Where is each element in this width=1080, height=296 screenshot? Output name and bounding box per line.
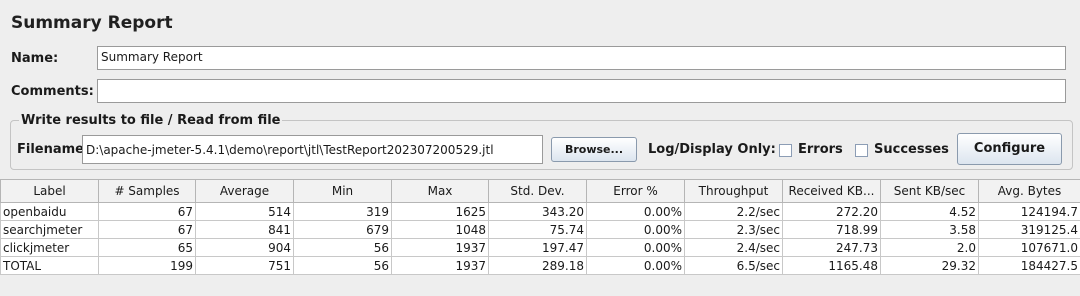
name-label: Name:: [11, 51, 59, 66]
table-cell: 67: [98, 220, 196, 239]
table-cell: 4.52: [880, 202, 979, 221]
table-cell: 319125.4: [978, 220, 1080, 239]
table-cell: 0.00%: [586, 238, 685, 257]
summary-table: Label # Samples Average Min Max Std. Dev. Erro…: [0, 179, 1080, 275]
table-cell: 751: [195, 256, 294, 275]
browse-button[interactable]: Browse...: [551, 137, 637, 162]
name-field[interactable]: Summary Report: [97, 46, 1066, 70]
table-cell: 289.18: [488, 256, 587, 275]
column-header[interactable]: # Samples: [98, 179, 196, 203]
filename-label: Filename: [17, 142, 84, 157]
table-row[interactable]: searchjmeter 67 841 679 1048 75.74 0.00% 2.3/se…: [0, 220, 1080, 239]
successes-checkbox[interactable]: [855, 144, 868, 157]
table-cell: 56: [293, 238, 392, 257]
column-header[interactable]: Average: [195, 179, 294, 203]
table-cell: 343.20: [488, 202, 587, 221]
table-cell: 2.4/sec: [684, 238, 783, 257]
column-header[interactable]: Error %: [586, 179, 685, 203]
table-cell: 3.58: [880, 220, 979, 239]
table-cell: 197.47: [488, 238, 587, 257]
filename-field[interactable]: D:\apache-jmeter-5.4.1\demo\report\jtl\T…: [82, 135, 543, 164]
table-cell: 272.20: [782, 202, 881, 221]
table-cell: 0.00%: [586, 220, 685, 239]
column-header[interactable]: Avg. Bytes: [978, 179, 1080, 203]
table-cell: 319: [293, 202, 392, 221]
column-header[interactable]: Max: [391, 179, 489, 203]
configure-button[interactable]: Configure: [957, 133, 1062, 165]
table-cell: 1937: [391, 256, 489, 275]
column-header[interactable]: Min: [293, 179, 392, 203]
table-cell: 56: [293, 256, 392, 275]
table-cell: 718.99: [782, 220, 881, 239]
column-header[interactable]: Received KB...: [782, 179, 881, 203]
table-cell: 1165.48: [782, 256, 881, 275]
table-cell: 184427.5: [978, 256, 1080, 275]
table-header-row: Label # Samples Average Min Max Std. Dev. Erro…: [0, 179, 1080, 203]
errors-checkbox[interactable]: [779, 144, 792, 157]
table-cell: 0.00%: [586, 256, 685, 275]
table-cell: 1937: [391, 238, 489, 257]
table-cell: 247.73: [782, 238, 881, 257]
column-header[interactable]: Sent KB/sec: [880, 179, 979, 203]
table-cell: 199: [98, 256, 196, 275]
table-cell: 107671.0: [978, 238, 1080, 257]
table-row[interactable]: TOTAL 199 751 56 1937 289.18 0.00% 6.5/sec 1165.…: [0, 256, 1080, 275]
table-cell: 2.3/sec: [684, 220, 783, 239]
table-cell: 0.00%: [586, 202, 685, 221]
table-cell: searchjmeter: [0, 220, 99, 239]
table-cell: 1048: [391, 220, 489, 239]
table-cell: clickjmeter: [0, 238, 99, 257]
comments-field[interactable]: [97, 79, 1066, 103]
table-cell: 65: [98, 238, 196, 257]
table-cell: 124194.7: [978, 202, 1080, 221]
file-section-title: Write results to file / Read from file: [19, 113, 283, 128]
page-title: Summary Report: [11, 13, 173, 33]
table-cell: 841: [195, 220, 294, 239]
table-cell: 67: [98, 202, 196, 221]
table-cell: 75.74: [488, 220, 587, 239]
table-cell: 1625: [391, 202, 489, 221]
table-row[interactable]: clickjmeter 65 904 56 1937 197.47 0.00% 2.4/sec…: [0, 238, 1080, 257]
table-row[interactable]: openbaidu 67 514 319 1625 343.20 0.00% 2.2/sec 2…: [0, 202, 1080, 221]
table-cell: 679: [293, 220, 392, 239]
errors-label[interactable]: Errors: [798, 142, 843, 157]
table-cell: 2.2/sec: [684, 202, 783, 221]
table-cell: 2.0: [880, 238, 979, 257]
log-display-label: Log/Display Only:: [648, 142, 776, 157]
table-cell: 6.5/sec: [684, 256, 783, 275]
successes-label[interactable]: Successes: [874, 142, 949, 157]
table-cell: openbaidu: [0, 202, 99, 221]
table-empty-area: [0, 278, 1080, 296]
table-cell: 29.32: [880, 256, 979, 275]
table-cell: TOTAL: [0, 256, 99, 275]
table-cell: 514: [195, 202, 294, 221]
column-header[interactable]: Throughput: [684, 179, 783, 203]
column-header[interactable]: Std. Dev.: [488, 179, 587, 203]
table-cell: 904: [195, 238, 294, 257]
column-header[interactable]: Label: [0, 179, 99, 203]
comments-label: Comments:: [11, 84, 94, 99]
